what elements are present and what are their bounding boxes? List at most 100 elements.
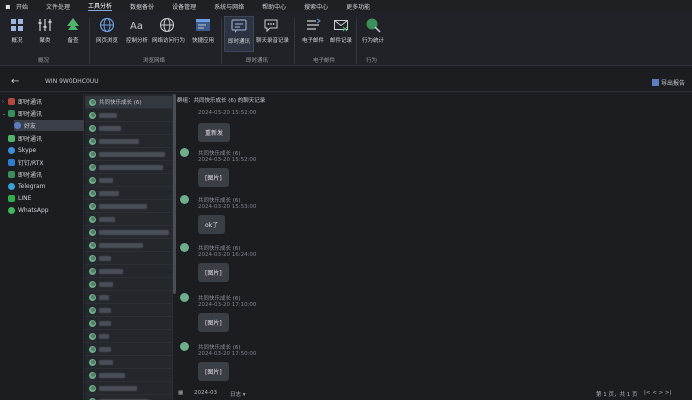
list-item[interactable] bbox=[85, 395, 172, 400]
chat-header: 群组：共同快乐成长 (6) 的聊天记录 bbox=[177, 98, 266, 104]
export-report-button[interactable]: 导出报告 bbox=[651, 78, 685, 87]
back-arrow-icon[interactable]: ← bbox=[11, 76, 19, 87]
message-bubble[interactable]: [图片] bbox=[198, 168, 229, 187]
menu-help[interactable]: 帮助中心 bbox=[262, 2, 286, 11]
tree-node-friends[interactable]: 好友 bbox=[14, 120, 84, 131]
menu-start[interactable]: 开始 bbox=[16, 2, 28, 11]
user-icon bbox=[89, 150, 96, 158]
title-bar: ← WIN 9W0DHC0UU 导出报告 bbox=[0, 72, 692, 92]
pagination-controls[interactable]: |< < > >| bbox=[644, 390, 671, 396]
date-filter[interactable]: 2024-03 bbox=[194, 390, 217, 396]
contact-list[interactable]: 共同快乐成长 (6) bbox=[85, 94, 173, 400]
list-item[interactable] bbox=[85, 304, 172, 317]
menu-search[interactable]: 搜索中心 bbox=[304, 2, 328, 11]
user-icon bbox=[89, 319, 96, 327]
list-item[interactable] bbox=[85, 291, 172, 304]
user-icon bbox=[89, 163, 96, 171]
message-sender: 共同快乐成长 (6) bbox=[198, 296, 241, 302]
list-item[interactable] bbox=[85, 265, 172, 278]
user-icon bbox=[89, 306, 96, 314]
device-name: WIN 9W0DHC0UU bbox=[45, 78, 99, 85]
cluster-button[interactable]: 聚类 bbox=[30, 16, 60, 52]
message-bubble[interactable]: [图片] bbox=[198, 362, 229, 381]
list-item[interactable] bbox=[85, 317, 172, 330]
network-access-button[interactable]: 网络访问行为 bbox=[152, 16, 185, 52]
chat-audio-button[interactable]: 聊天录音记录 bbox=[256, 16, 289, 52]
redacted-name bbox=[99, 242, 143, 248]
list-item[interactable] bbox=[85, 278, 172, 291]
list-item[interactable] bbox=[85, 369, 172, 382]
list-item[interactable] bbox=[85, 330, 172, 343]
menu-files[interactable]: 文件处理 bbox=[46, 2, 70, 11]
list-item[interactable] bbox=[85, 239, 172, 252]
redacted-name bbox=[99, 359, 113, 365]
list-item[interactable] bbox=[85, 200, 172, 213]
list-item[interactable] bbox=[85, 252, 172, 265]
control-analysis-button[interactable]: Aa 控制分析 bbox=[122, 16, 152, 52]
list-item[interactable] bbox=[85, 148, 172, 161]
list-item[interactable] bbox=[85, 122, 172, 135]
ribbon-separator bbox=[89, 18, 90, 64]
message-bubble[interactable]: 重新发 bbox=[198, 123, 231, 142]
menu-system[interactable]: 系统与网络 bbox=[214, 2, 244, 11]
tree-node[interactable]: 即时通讯 bbox=[8, 133, 42, 144]
list-item[interactable] bbox=[85, 109, 172, 122]
log-filter-dropdown[interactable]: 日志 ▾ bbox=[230, 390, 246, 398]
email-button[interactable]: 电子邮件 bbox=[298, 16, 328, 52]
user-icon bbox=[89, 124, 96, 132]
message-time: 2024-03-20 17:50:00 bbox=[198, 351, 257, 357]
avatar bbox=[180, 243, 189, 252]
quick-app-button[interactable]: 快捷应用 bbox=[188, 16, 218, 52]
user-icon bbox=[89, 332, 96, 340]
list-item[interactable] bbox=[85, 356, 172, 369]
tree-node[interactable]: ⌄ 即时通讯 bbox=[2, 108, 42, 119]
user-icon bbox=[89, 202, 96, 210]
user-icon bbox=[89, 345, 96, 353]
tree-node-line[interactable]: LINE bbox=[8, 193, 31, 204]
backup-button[interactable]: 备查 bbox=[58, 16, 88, 52]
tree-node[interactable]: 钉钉/RTX bbox=[8, 157, 44, 168]
tree-node[interactable]: › 即时通讯 bbox=[2, 96, 42, 107]
redacted-name bbox=[99, 203, 147, 209]
message-bubble[interactable]: [图片] bbox=[198, 263, 229, 282]
tree-node[interactable]: 即时通讯 bbox=[8, 169, 42, 180]
email-record-button[interactable]: 邮件记录 bbox=[326, 16, 356, 52]
instant-message-button[interactable]: 即时通讯 bbox=[224, 16, 254, 52]
whatsapp-icon bbox=[8, 207, 15, 214]
list-item[interactable] bbox=[85, 343, 172, 356]
list-item[interactable] bbox=[85, 213, 172, 226]
web-browse-button[interactable]: 网页浏览 bbox=[92, 16, 122, 52]
list-item[interactable] bbox=[85, 382, 172, 395]
ribbon-separator bbox=[294, 18, 295, 64]
list-item[interactable] bbox=[85, 226, 172, 239]
list-item[interactable] bbox=[85, 135, 172, 148]
user-icon bbox=[89, 137, 96, 145]
window-icon bbox=[196, 19, 210, 31]
menu-tools[interactable]: 工具分析 bbox=[88, 1, 113, 11]
list-item[interactable] bbox=[85, 174, 172, 187]
app-icon bbox=[8, 110, 15, 117]
overview-button[interactable]: 概况 bbox=[2, 16, 32, 52]
status-bar: ▦ 2024-03 日志 ▾ 第 1 页，共 1 页 |< < > >| bbox=[176, 388, 692, 400]
speech-bubble-icon bbox=[264, 19, 278, 33]
svg-text:Aa: Aa bbox=[130, 21, 143, 32]
menu-backup[interactable]: 数据备份 bbox=[130, 2, 154, 11]
calendar-icon[interactable]: ▦ bbox=[178, 390, 183, 396]
tree-node-telegram[interactable]: Telegram bbox=[8, 181, 46, 192]
redacted-name bbox=[99, 320, 111, 326]
redacted-name bbox=[99, 177, 113, 183]
user-icon bbox=[89, 176, 96, 184]
tree-node-skype[interactable]: Skype bbox=[8, 145, 36, 156]
menu-more[interactable]: 更多功能 bbox=[346, 2, 370, 11]
list-item[interactable]: 共同快乐成长 (6) bbox=[85, 96, 172, 109]
list-item[interactable] bbox=[85, 161, 172, 174]
menu-devices[interactable]: 设备管理 bbox=[172, 2, 196, 11]
behavior-stats-button[interactable]: 行为统计 bbox=[358, 16, 388, 52]
redacted-name bbox=[99, 385, 137, 391]
app-logo-icon[interactable]: ▪ bbox=[0, 2, 16, 11]
message-bubble[interactable]: ok了 bbox=[198, 215, 226, 234]
envelope-icon bbox=[334, 20, 348, 32]
message-bubble[interactable]: [图片] bbox=[198, 313, 229, 332]
list-item[interactable] bbox=[85, 187, 172, 200]
tree-node-whatsapp[interactable]: WhatsApp bbox=[8, 205, 49, 216]
